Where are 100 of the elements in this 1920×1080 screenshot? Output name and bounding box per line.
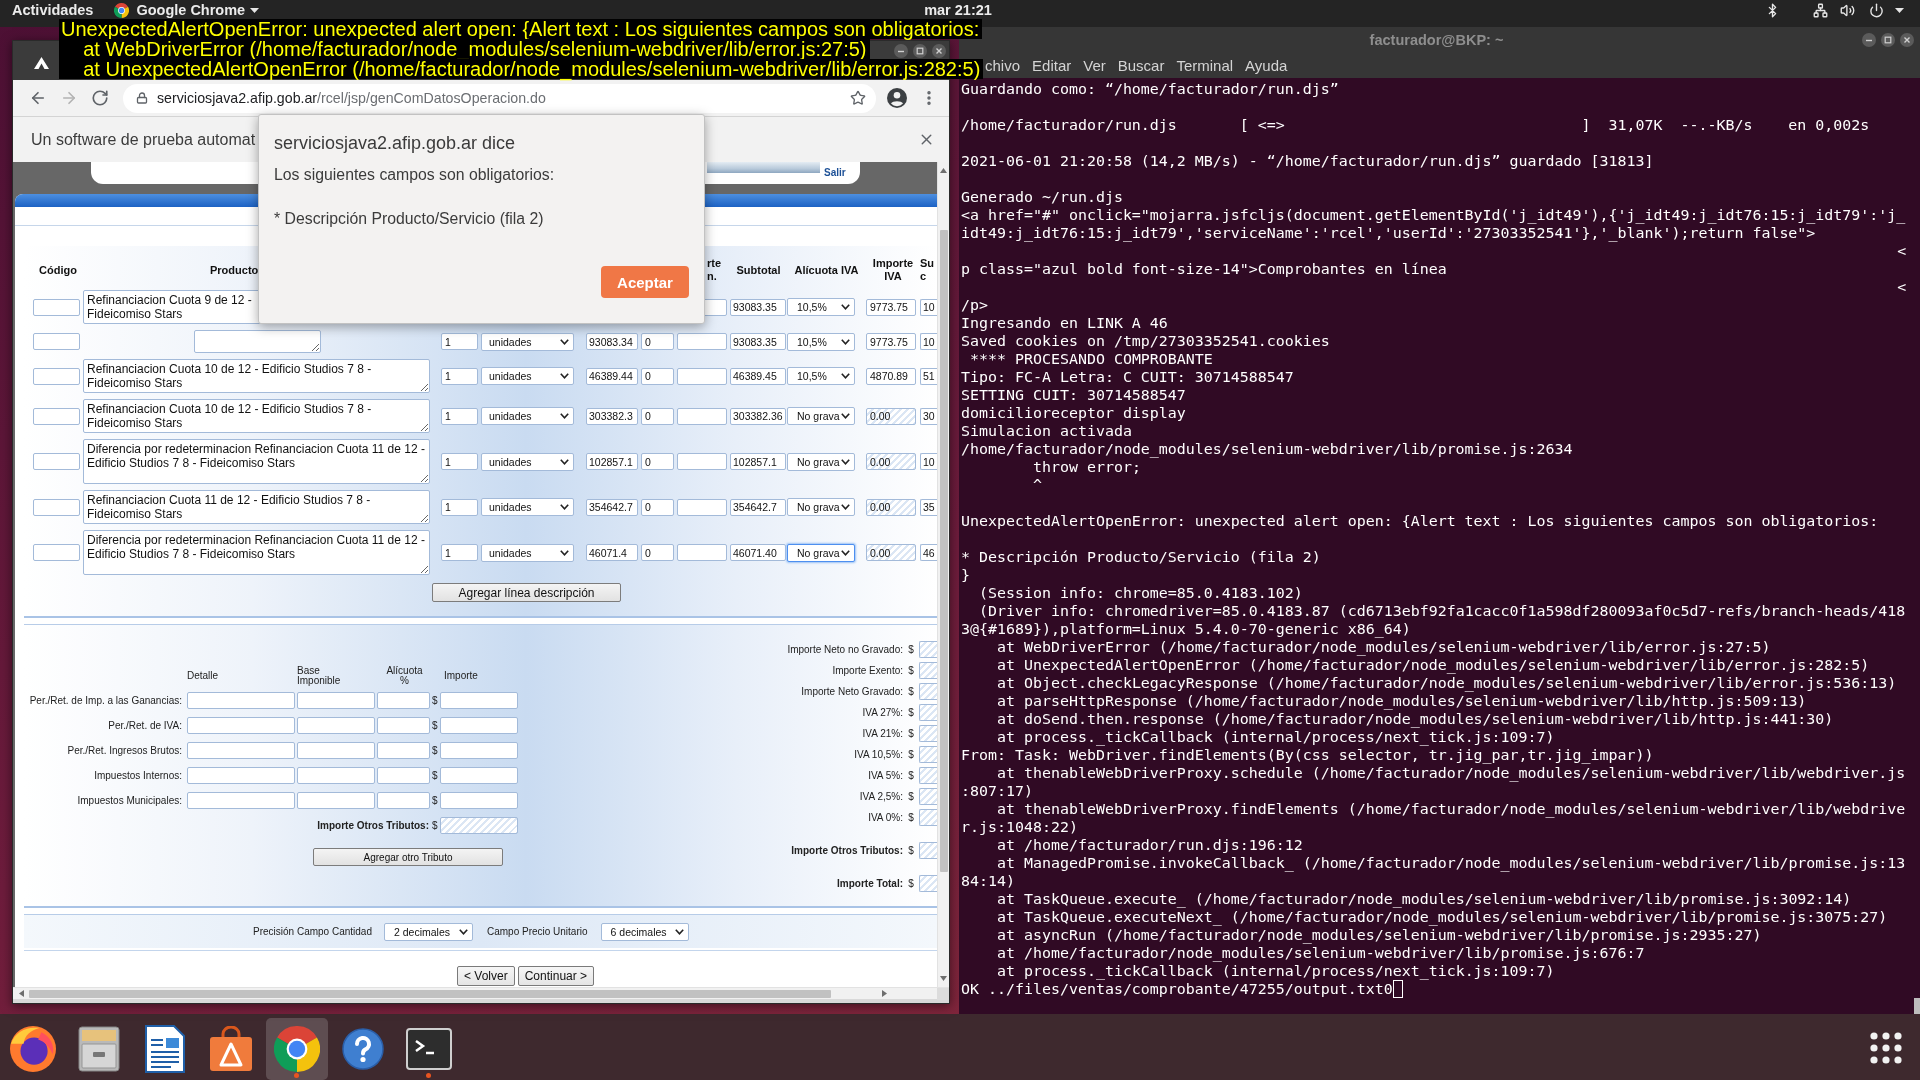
menu-item[interactable]: Terminal bbox=[1170, 56, 1240, 75]
unit-select[interactable]: unidades bbox=[481, 498, 574, 516]
input-field[interactable]: 102857.1 bbox=[586, 453, 638, 470]
input-field[interactable]: 0 bbox=[641, 367, 674, 385]
input-field[interactable] bbox=[377, 717, 430, 734]
input-field[interactable]: 303382.3 bbox=[586, 407, 638, 425]
decimals-select[interactable]: 6 decimales bbox=[600, 922, 689, 941]
vat-rate-select[interactable]: No grava bbox=[787, 543, 855, 562]
input-field[interactable]: 1 bbox=[441, 544, 478, 561]
unit-select[interactable]: unidades bbox=[481, 367, 574, 385]
subtotal-field[interactable]: 93083.35 bbox=[730, 333, 786, 350]
input-field[interactable] bbox=[297, 742, 375, 759]
input-field[interactable] bbox=[377, 692, 430, 709]
continue-button[interactable]: Continuar > bbox=[517, 966, 595, 986]
input-field[interactable]: 354642.7 bbox=[586, 498, 638, 516]
input-field[interactable] bbox=[377, 792, 430, 809]
input-field[interactable] bbox=[187, 717, 295, 734]
input-field[interactable] bbox=[297, 767, 375, 784]
amount-field[interactable] bbox=[919, 641, 937, 658]
vat-rate-select[interactable]: No grava bbox=[787, 498, 855, 516]
amount-field[interactable] bbox=[919, 842, 937, 859]
input-field[interactable]: 46 bbox=[920, 544, 937, 561]
menu-item[interactable]: Editar bbox=[1026, 56, 1078, 75]
input-field[interactable] bbox=[677, 407, 727, 425]
power-icon[interactable] bbox=[1869, 3, 1884, 18]
input-field[interactable]: 30 bbox=[920, 407, 937, 425]
amount-field[interactable] bbox=[919, 788, 937, 805]
amount-field[interactable] bbox=[919, 662, 937, 679]
input-field[interactable]: 0 bbox=[641, 498, 674, 516]
scrollbar-thumb[interactable] bbox=[939, 230, 948, 872]
minimize-icon[interactable] bbox=[894, 44, 908, 58]
input-field[interactable]: 10 bbox=[920, 453, 937, 470]
input-field[interactable]: 10 bbox=[920, 298, 937, 316]
scrollbar-thumb[interactable] bbox=[29, 989, 831, 998]
subtotal-field[interactable]: 46389.45 bbox=[730, 367, 786, 385]
scroll-right-icon[interactable] bbox=[881, 990, 887, 997]
amount-field[interactable] bbox=[919, 875, 937, 892]
menu-item[interactable]: Ayuda bbox=[1239, 56, 1294, 75]
input-field[interactable]: 1 bbox=[441, 453, 478, 470]
maximize-icon[interactable] bbox=[1881, 33, 1895, 47]
description-field[interactable] bbox=[194, 330, 321, 353]
unit-select[interactable]: unidades bbox=[481, 452, 574, 471]
star-icon[interactable] bbox=[850, 90, 866, 106]
activities-button[interactable]: Actividades bbox=[12, 3, 94, 18]
vat-rate-select[interactable]: 10,5% bbox=[787, 298, 855, 316]
description-field[interactable]: Refinanciacion Cuota 10 de 12 - Edificio Studios 7 8 - Fideicomiso Stars bbox=[83, 359, 430, 393]
input-field[interactable] bbox=[187, 692, 295, 709]
input-field[interactable]: 0 bbox=[641, 544, 674, 561]
vat-amount-field[interactable]: 4870.89 bbox=[866, 367, 916, 385]
input-field[interactable]: 46389.44 bbox=[586, 367, 638, 385]
amount-field[interactable] bbox=[440, 767, 518, 784]
vat-rate-select[interactable]: No grava bbox=[787, 407, 855, 425]
triangle-logo-icon[interactable] bbox=[34, 57, 49, 69]
decimals-select[interactable]: 2 decimales bbox=[383, 922, 473, 941]
scroll-up-icon[interactable] bbox=[940, 168, 947, 173]
description-field[interactable]: Diferencia por redeterminacion Refinanciacion Cuota 11 de 12 - Edificio Studios 7 8 - Fideicomiso Stars bbox=[83, 530, 430, 575]
add-line-button[interactable]: Agregar línea descripción bbox=[432, 583, 621, 602]
input-field[interactable]: 1 bbox=[441, 333, 478, 350]
apps-grid-icon[interactable] bbox=[1870, 1032, 1902, 1064]
vat-amount-field[interactable]: 9773.75 bbox=[866, 298, 916, 316]
caret-icon[interactable] bbox=[1895, 8, 1904, 13]
maximize-icon[interactable] bbox=[913, 44, 927, 58]
code-field[interactable] bbox=[33, 544, 80, 561]
input-field[interactable] bbox=[187, 767, 295, 784]
scroll-down-icon[interactable] bbox=[940, 976, 947, 981]
scrollbar-thumb[interactable] bbox=[1914, 998, 1920, 1014]
input-field[interactable]: 10 bbox=[920, 333, 937, 350]
amount-field[interactable] bbox=[919, 767, 937, 784]
amount-field[interactable] bbox=[919, 809, 937, 826]
input-field[interactable]: 1 bbox=[441, 367, 478, 385]
close-icon[interactable] bbox=[932, 44, 946, 58]
input-field[interactable] bbox=[297, 692, 375, 709]
amount-field[interactable] bbox=[919, 725, 937, 742]
menu-item[interactable]: Buscar bbox=[1111, 56, 1171, 75]
network-icon[interactable] bbox=[1813, 3, 1828, 18]
volume-icon[interactable] bbox=[1840, 3, 1855, 18]
input-field[interactable] bbox=[677, 367, 727, 385]
input-field[interactable]: 46071.4 bbox=[586, 544, 638, 561]
app-menu-button[interactable]: Google Chrome bbox=[114, 3, 260, 18]
input-field[interactable]: 35 bbox=[920, 498, 937, 516]
amount-field[interactable] bbox=[440, 792, 518, 809]
input-field[interactable]: 51 bbox=[920, 367, 937, 385]
input-field[interactable] bbox=[297, 717, 375, 734]
dock-button[interactable] bbox=[266, 1018, 328, 1080]
back-button[interactable]: < Volver bbox=[457, 966, 515, 986]
code-field[interactable] bbox=[33, 453, 80, 470]
amount-field[interactable] bbox=[440, 742, 518, 759]
address-field[interactable]: serviciosjava2.afip.gob.ar/rcel/jsp/genComDatosOperacion.do bbox=[123, 83, 876, 113]
subtotal-field[interactable]: 102857.1 bbox=[730, 453, 786, 470]
input-field[interactable] bbox=[377, 742, 430, 759]
input-field[interactable]: 0 bbox=[641, 453, 674, 470]
code-field[interactable] bbox=[33, 298, 80, 316]
description-field[interactable]: Diferencia por redeterminacion Refinanciacion Cuota 11 de 12 - Edificio Studios 7 8 - Fideicomiso Stars bbox=[83, 439, 430, 484]
unit-select[interactable]: unidades bbox=[481, 332, 574, 351]
vat-amount-field[interactable]: 9773.75 bbox=[866, 333, 916, 350]
vat-rate-select[interactable]: 10,5% bbox=[787, 332, 855, 351]
input-field[interactable] bbox=[677, 544, 727, 561]
menu-item[interactable]: Ver bbox=[1077, 56, 1112, 75]
input-field[interactable] bbox=[187, 742, 295, 759]
input-field[interactable]: 1 bbox=[441, 407, 478, 425]
